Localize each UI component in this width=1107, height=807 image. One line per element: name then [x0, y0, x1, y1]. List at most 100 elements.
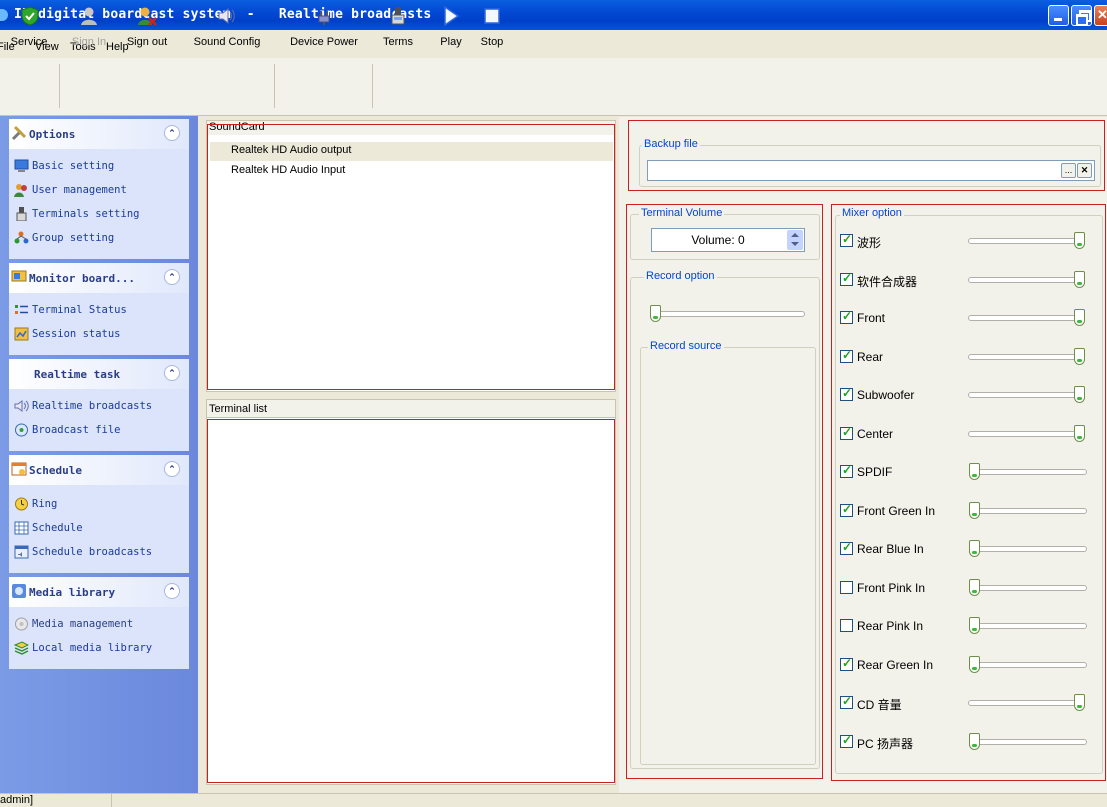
close-button[interactable]	[1094, 5, 1107, 26]
sidebar-item-realtime-broadcasts[interactable]: Realtime broadcasts	[14, 399, 152, 417]
channel-volume-track[interactable]	[971, 585, 1087, 591]
channel-volume-track[interactable]	[971, 508, 1087, 514]
channel-volume-slider[interactable]	[1074, 348, 1085, 365]
list-item[interactable]: Realtek HD Audio output	[210, 142, 613, 161]
channel-checkbox[interactable]	[840, 581, 853, 594]
channel-volume-slider[interactable]	[969, 733, 980, 750]
channel-checkbox[interactable]	[840, 656, 853, 671]
channel-volume-slider[interactable]	[969, 617, 980, 634]
channel-volume-slider[interactable]	[1074, 271, 1085, 288]
channel-volume-slider[interactable]	[969, 540, 980, 557]
channel-volume-track[interactable]	[968, 238, 1085, 244]
channel-checkbox[interactable]	[840, 425, 853, 440]
list-item[interactable]: Realtek HD Audio Input	[231, 164, 345, 176]
service-button[interactable]: Service	[5, 2, 53, 56]
channel-volume-slider[interactable]	[969, 656, 980, 673]
channel-volume-slider[interactable]	[1074, 309, 1085, 326]
channel-checkbox[interactable]	[840, 309, 853, 324]
channel-volume-slider[interactable]	[1074, 694, 1085, 711]
sound-config-button[interactable]: Sound Config	[189, 2, 265, 56]
device-power-button[interactable]: Device Power	[282, 2, 366, 56]
channel-volume-track[interactable]	[968, 277, 1085, 283]
collapse-icon[interactable]: ⌃	[164, 269, 180, 285]
channel-volume-track[interactable]	[968, 392, 1085, 398]
browse-button[interactable]: ...	[1061, 163, 1076, 178]
channel-checkbox[interactable]	[840, 386, 853, 401]
sidebar-item-group-setting[interactable]: Group setting	[14, 231, 114, 249]
spin-down-icon[interactable]	[791, 242, 799, 246]
collapse-icon[interactable]: ⌃	[164, 365, 180, 381]
sidebar-item-ring[interactable]: Ring	[14, 497, 57, 515]
channel-volume-track[interactable]	[968, 354, 1085, 360]
channel-volume-track[interactable]	[971, 546, 1087, 552]
sidebar-item-local-media-library[interactable]: Local media library	[14, 641, 152, 659]
terms-button[interactable]: Terms	[380, 2, 416, 56]
channel-checkbox[interactable]	[840, 348, 853, 363]
mixer-channel-row: Subwoofer	[840, 386, 1100, 406]
calendar-icon	[11, 462, 27, 476]
sign-in-button[interactable]: Sign In	[66, 2, 112, 56]
sidebar-item-media-management[interactable]: Media management	[14, 617, 133, 635]
minimize-button[interactable]	[1048, 5, 1069, 26]
channel-checkbox[interactable]	[840, 694, 853, 709]
maximize-button[interactable]	[1071, 5, 1092, 26]
channel-volume-slider[interactable]	[969, 502, 980, 519]
mixer-channel-row: SPDIF	[840, 463, 1100, 483]
channel-volume-track[interactable]	[968, 431, 1085, 437]
group-header[interactable]: Schedule ⌃	[9, 455, 189, 485]
clear-button[interactable]: ✕	[1077, 163, 1092, 178]
stop-button[interactable]: Stop	[476, 2, 508, 56]
play-button[interactable]: Play	[436, 2, 466, 56]
sidebar-item-broadcast-file[interactable]: Broadcast file	[14, 423, 121, 441]
channel-volume-track[interactable]	[971, 662, 1087, 668]
channel-volume-track[interactable]	[971, 469, 1087, 475]
sidebar-item-terminals-setting[interactable]: Terminals setting	[14, 207, 139, 225]
sidebar-item-basic-setting[interactable]: Basic setting	[14, 159, 114, 177]
sidebar-item-session-status[interactable]: Session status	[14, 327, 121, 345]
channel-volume-slider[interactable]	[1074, 425, 1085, 442]
channel-volume-track[interactable]	[971, 623, 1087, 629]
sidebar-item-schedule-broadcasts[interactable]: Schedule broadcasts	[14, 545, 152, 563]
channel-volume-slider[interactable]	[1074, 386, 1085, 403]
spin-up-icon[interactable]	[791, 233, 799, 237]
channel-checkbox[interactable]	[840, 502, 853, 517]
channel-volume-slider[interactable]	[969, 579, 980, 596]
sidebar-item-user-management[interactable]: User management	[14, 183, 127, 201]
spinner-arrows[interactable]	[787, 230, 803, 250]
mixer-channel-row: PC 扬声器	[840, 733, 1100, 753]
record-level-track[interactable]	[650, 311, 805, 317]
computer-icon	[14, 159, 29, 172]
volume-spinner[interactable]: Volume: 0	[651, 228, 805, 252]
sidebar-group-realtime-task: Realtime task ⌃ Realtime broadcasts Broa…	[9, 359, 189, 451]
status-cell: admin]	[0, 794, 112, 807]
channel-volume-track[interactable]	[968, 315, 1085, 321]
channel-volume-track[interactable]	[968, 700, 1085, 706]
channel-checkbox[interactable]	[840, 619, 853, 632]
channel-checkbox[interactable]	[840, 733, 853, 748]
group-header[interactable]: Options ⌃	[9, 119, 189, 149]
sidebar-item-schedule[interactable]: Schedule	[14, 521, 83, 539]
group-header[interactable]: Monitor board... ⌃	[9, 263, 189, 293]
channel-volume-slider[interactable]	[969, 463, 980, 480]
mixer-channel-row: Rear	[840, 348, 1100, 368]
channel-volume-slider[interactable]	[1074, 232, 1085, 249]
channel-checkbox[interactable]	[840, 463, 853, 478]
sidebar-group-media-library: Media library ⌃ Media management Local m…	[9, 577, 189, 669]
sidebar-item-terminal-status[interactable]: Terminal Status	[14, 303, 127, 321]
backup-file-input[interactable]	[647, 160, 1095, 181]
group-header[interactable]: Realtime task ⌃	[9, 359, 189, 389]
channel-volume-track[interactable]	[971, 739, 1087, 745]
channel-label: Rear Pink In	[857, 619, 924, 633]
mixer-channel-row: Front Pink In	[840, 579, 1100, 599]
channel-checkbox[interactable]	[840, 271, 853, 286]
play-icon	[444, 6, 460, 26]
channel-checkbox[interactable]	[840, 232, 853, 247]
sign-out-button[interactable]: Sign out	[119, 2, 175, 56]
record-level-slider[interactable]	[650, 305, 661, 322]
collapse-icon[interactable]: ⌃	[164, 125, 180, 141]
collapse-icon[interactable]: ⌃	[164, 583, 180, 599]
channel-checkbox[interactable]	[840, 540, 853, 555]
group-header[interactable]: Media library ⌃	[9, 577, 189, 607]
collapse-icon[interactable]: ⌃	[164, 461, 180, 477]
user-remove-icon	[138, 7, 157, 26]
